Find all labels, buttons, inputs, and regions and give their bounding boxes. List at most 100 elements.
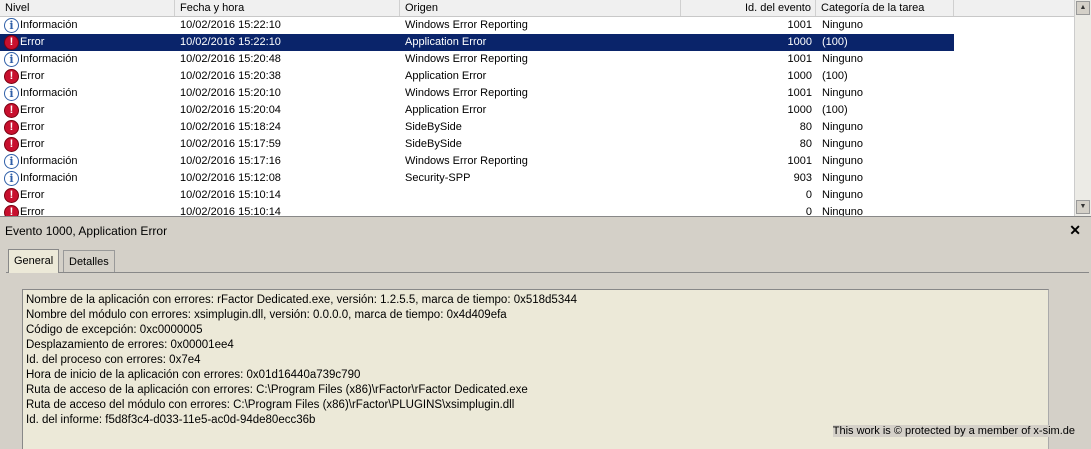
level-cell: Error (20, 121, 45, 133)
source-cell: Application Error (405, 36, 487, 48)
event-id-cell: 80 (799, 121, 812, 133)
table-row[interactable]: i Información 10/02/2016 15:22:10 Windows E… (0, 17, 954, 34)
level-cell: Error (20, 206, 45, 217)
date-cell: 10/02/2016 15:20:10 (180, 87, 281, 99)
event-list: Nivel Fecha y hora Origen Id. del evento… (0, 0, 1091, 217)
category-cell: Ninguno (822, 138, 863, 150)
level-cell: Información (20, 53, 78, 65)
level-cell: Error (20, 36, 45, 48)
level-cell: Información (20, 19, 78, 31)
close-icon[interactable]: ✕ (1069, 222, 1081, 239)
scroll-up-button[interactable]: ▲ (1076, 1, 1090, 15)
category-cell: (100) (822, 70, 848, 82)
table-row[interactable]: ! Error 10/02/2016 15:17:59 SideBySide 80 Nin… (0, 136, 954, 153)
column-event-id[interactable]: Id. del evento (681, 0, 816, 16)
date-cell: 10/02/2016 15:10:14 (180, 189, 281, 201)
source-cell (405, 204, 680, 216)
source-cell: Security-SPP (405, 172, 471, 184)
error-icon: ! (4, 69, 19, 84)
detail-titlebar: Evento 1000, Application Error ✕ (0, 220, 1091, 242)
watermark-text: This work is © protected by a member of … (832, 425, 1075, 437)
category-cell: (100) (822, 36, 848, 48)
date-cell: 10/02/2016 15:22:10 (180, 19, 281, 31)
description-line: Ruta de acceso de la aplicación con erro… (26, 384, 528, 396)
level-cell: Información (20, 155, 78, 167)
date-cell: 10/02/2016 15:17:16 (180, 155, 281, 167)
column-date[interactable]: Fecha y hora (175, 0, 400, 16)
event-id-cell: 0 (805, 206, 812, 217)
column-category[interactable]: Categoría de la tarea (816, 0, 954, 16)
table-row[interactable]: ! Error 10/02/2016 15:10:14 0 Ninguno (0, 204, 954, 217)
category-cell: Ninguno (822, 172, 863, 184)
table-row[interactable]: i Información 10/02/2016 15:12:08 Security-… (0, 170, 954, 187)
table-row[interactable]: ! Error 10/02/2016 15:10:14 0 Ninguno (0, 187, 954, 204)
table-row[interactable]: i Información 10/02/2016 15:20:48 Windows E… (0, 51, 954, 68)
category-cell: Ninguno (822, 19, 863, 31)
date-cell: 10/02/2016 15:20:48 (180, 53, 281, 65)
description-line: Id. del proceso con errores: 0x7e4 (26, 354, 201, 366)
event-id-cell: 1001 (787, 87, 812, 99)
error-icon: ! (4, 137, 19, 152)
description-line: Desplazamiento de errores: 0x00001ee4 (26, 339, 234, 351)
column-level[interactable]: Nivel (0, 0, 175, 16)
info-icon: i (4, 154, 19, 169)
error-icon: ! (4, 103, 19, 118)
description-line: Hora de inicio de la aplicación con erro… (26, 369, 361, 381)
table-row[interactable]: i Información 10/02/2016 15:20:10 Windows E… (0, 85, 954, 102)
event-id-cell: 1001 (787, 155, 812, 167)
description-line: Id. del informe: f5d8f3c4-d033-11e5-ac0d… (26, 414, 316, 426)
list-scrollbar[interactable]: ▲ ▼ (1074, 0, 1091, 216)
date-cell: 10/02/2016 15:12:08 (180, 172, 281, 184)
source-cell: Windows Error Reporting (405, 87, 528, 99)
category-cell: Ninguno (822, 87, 863, 99)
error-icon: ! (4, 35, 19, 50)
source-cell: Windows Error Reporting (405, 53, 528, 65)
category-cell: (100) (822, 104, 848, 116)
source-cell (405, 187, 680, 204)
source-cell: SideBySide (405, 121, 462, 133)
table-row[interactable]: ! Error 10/02/2016 15:20:38 Application Err… (0, 68, 954, 85)
table-row[interactable]: ! Error 10/02/2016 15:22:10 Application Err… (0, 34, 954, 51)
source-cell: Windows Error Reporting (405, 19, 528, 31)
event-id-cell: 0 (805, 189, 812, 201)
category-cell: Ninguno (822, 155, 863, 167)
source-cell: Windows Error Reporting (405, 155, 528, 167)
level-cell: Error (20, 138, 45, 150)
source-cell: Application Error (405, 70, 487, 82)
event-id-cell: 80 (799, 138, 812, 150)
error-icon: ! (4, 120, 19, 135)
info-icon: i (4, 18, 19, 33)
event-id-cell: 1000 (787, 36, 812, 48)
detail-title: Evento 1000, Application Error (5, 224, 168, 238)
date-cell: 10/02/2016 15:22:10 (180, 36, 281, 48)
source-cell: Application Error (405, 104, 487, 116)
level-cell: Información (20, 172, 78, 184)
info-icon: i (4, 171, 19, 186)
event-id-cell: 1001 (787, 53, 812, 65)
event-id-cell: 903 (793, 172, 812, 184)
source-cell: SideBySide (405, 138, 462, 150)
category-cell: Ninguno (822, 53, 863, 65)
table-row[interactable]: i Información 10/02/2016 15:17:16 Windows E… (0, 153, 954, 170)
date-cell: 10/02/2016 15:20:04 (180, 104, 281, 116)
error-icon: ! (4, 205, 19, 216)
tab-general[interactable]: General (8, 249, 60, 273)
tab-details[interactable]: Detalles (63, 250, 115, 272)
event-id-cell: 1000 (787, 70, 812, 82)
column-filler (954, 0, 1075, 16)
date-cell: 10/02/2016 15:10:14 (180, 206, 281, 217)
event-id-cell: 1001 (787, 19, 812, 31)
date-cell: 10/02/2016 15:17:59 (180, 138, 281, 150)
level-cell: Error (20, 104, 45, 116)
table-row[interactable]: ! Error 10/02/2016 15:18:24 SideBySide 80 Nin… (0, 119, 954, 136)
event-id-cell: 1000 (787, 104, 812, 116)
scroll-down-button[interactable]: ▼ (1076, 200, 1090, 214)
description-line: Código de excepción: 0xc0000005 (26, 324, 203, 336)
error-icon: ! (4, 188, 19, 203)
info-icon: i (4, 86, 19, 101)
description-line: Ruta de acceso del módulo con errores: C… (26, 399, 515, 411)
tab-divider (6, 272, 1089, 273)
column-source[interactable]: Origen (400, 0, 681, 16)
table-row[interactable]: ! Error 10/02/2016 15:20:04 Application Err… (0, 102, 954, 119)
category-cell: Ninguno (822, 206, 863, 217)
